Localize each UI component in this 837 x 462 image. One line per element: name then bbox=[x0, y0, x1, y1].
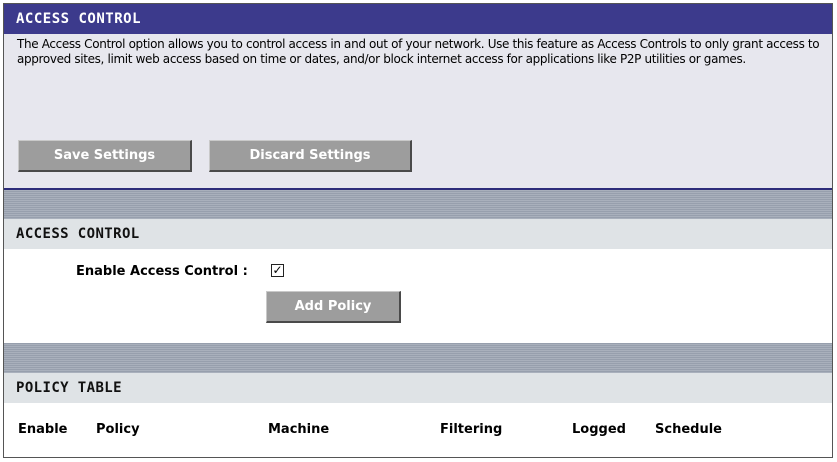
add-policy-button[interactable]: Add Policy bbox=[266, 291, 401, 323]
column-header-policy: Policy bbox=[96, 422, 140, 437]
column-header-enable: Enable bbox=[18, 422, 68, 437]
column-header-filtering: Filtering bbox=[440, 422, 503, 437]
column-header-logged: Logged bbox=[572, 422, 626, 437]
enable-access-control-label: Enable Access Control : bbox=[76, 264, 248, 279]
checkmark-icon: ✓ bbox=[272, 263, 283, 277]
intro-description: The Access Control option allows you to … bbox=[17, 37, 820, 66]
discard-settings-button[interactable]: Discard Settings bbox=[209, 140, 412, 172]
column-header-machine: Machine bbox=[268, 422, 330, 437]
enable-access-control-checkbox[interactable]: ✓ bbox=[271, 264, 284, 277]
section-separator-bar bbox=[4, 343, 832, 373]
section-separator-bar bbox=[4, 190, 832, 219]
access-control-section-title: ACCESS CONTROL bbox=[4, 219, 832, 249]
page-title: ACCESS CONTROL bbox=[4, 4, 832, 34]
page-frame: ACCESS CONTROL The Access Control option… bbox=[3, 3, 833, 458]
save-settings-button[interactable]: Save Settings bbox=[18, 140, 192, 172]
column-header-schedule: Schedule bbox=[655, 422, 722, 437]
policy-table-section-title: POLICY TABLE bbox=[4, 373, 832, 403]
